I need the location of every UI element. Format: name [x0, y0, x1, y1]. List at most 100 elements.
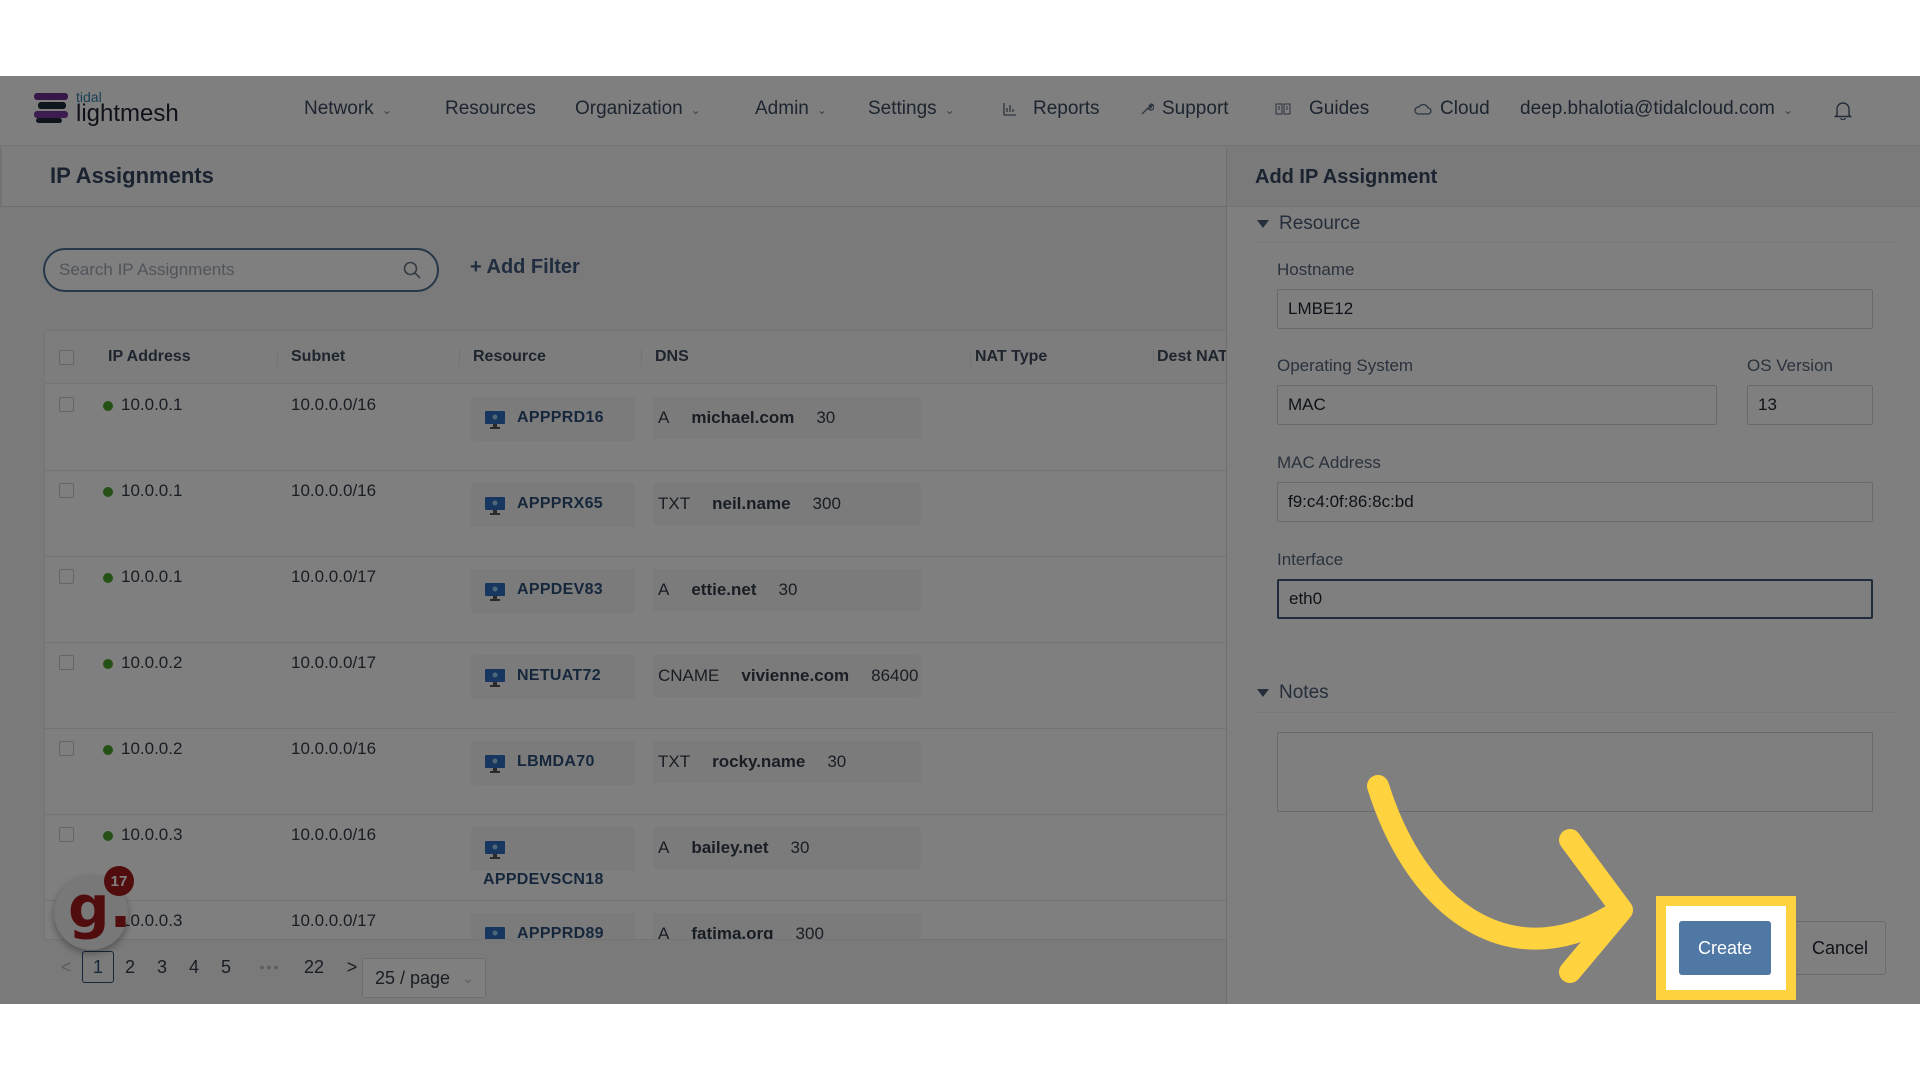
- pagination-page-5[interactable]: 5: [210, 951, 242, 983]
- nav-support[interactable]: Support: [1140, 98, 1229, 120]
- column-divider: [277, 349, 278, 367]
- ip-address-cell[interactable]: 10.0.0.3: [121, 825, 182, 845]
- ip-address-cell[interactable]: 10.0.0.1: [121, 395, 182, 415]
- column-header-subnet[interactable]: Subnet: [291, 348, 345, 366]
- search-icon[interactable]: [403, 261, 421, 279]
- column-divider: [970, 349, 971, 367]
- row-checkbox[interactable]: [59, 655, 74, 670]
- resource-name-link[interactable]: LBMDA70: [517, 753, 595, 771]
- row-checkbox[interactable]: [59, 741, 74, 756]
- row-checkbox[interactable]: [59, 483, 74, 498]
- dns-cell[interactable]: Amichael.com 30: [653, 397, 921, 439]
- row-checkbox[interactable]: [59, 569, 74, 584]
- nav-network[interactable]: Network ⌄: [304, 98, 392, 120]
- table-row[interactable]: 10.0.0.1 10.0.0.0/16 APPPRX65 TXT neil.name 3…: [45, 471, 1226, 557]
- nav-settings[interactable]: Settings ⌄: [868, 98, 955, 120]
- hostname-input[interactable]: [1277, 289, 1873, 329]
- dns-cell[interactable]: Afatima.org 300: [653, 913, 921, 939]
- dns-cell[interactable]: CNAME vivienne.com 86400: [653, 655, 921, 697]
- nav-organization[interactable]: Organization ⌄: [575, 98, 701, 120]
- table-row[interactable]: 10.0.0.1 10.0.0.0/17 APPDEV83 Aettie.net 30: [45, 557, 1226, 643]
- page-size-select[interactable]: 25 / page ⌄: [362, 958, 486, 998]
- pagination-page-3[interactable]: 3: [146, 951, 178, 983]
- row-checkbox[interactable]: [59, 397, 74, 412]
- dns-cell[interactable]: Abailey.net 30: [653, 827, 921, 869]
- subnet-cell[interactable]: 10.0.0.0/16: [291, 395, 376, 415]
- subnet-cell[interactable]: 10.0.0.0/17: [291, 653, 376, 673]
- os-version-label: OS Version: [1747, 356, 1833, 375]
- nav-cloud[interactable]: Cloud: [1414, 98, 1490, 120]
- guide-widget-button[interactable]: g. 17: [54, 866, 134, 950]
- resource-name-link[interactable]: APPPRX65: [517, 495, 603, 513]
- column-header-nat-type[interactable]: NAT Type: [975, 348, 1047, 366]
- resource-name-link[interactable]: NETUAT72: [517, 667, 601, 685]
- resource-cell[interactable]: APPDEV83: [471, 569, 635, 613]
- resource-cell[interactable]: APPDEVSCN18: [471, 827, 635, 888]
- pagination-page-1[interactable]: 1: [82, 951, 114, 983]
- resource-cell[interactable]: APPPRX65: [471, 483, 635, 527]
- ip-address-cell[interactable]: 10.0.0.2: [121, 653, 182, 673]
- cancel-button[interactable]: Cancel: [1794, 921, 1886, 975]
- os-version-input[interactable]: [1747, 385, 1873, 425]
- pagination-page-4[interactable]: 4: [178, 951, 210, 983]
- resource-cell[interactable]: NETUAT72: [471, 655, 635, 699]
- resource-cell[interactable]: APPPRD16: [471, 397, 635, 441]
- interface-input[interactable]: [1277, 579, 1873, 619]
- logo[interactable]: tidal lightmesh: [34, 90, 179, 126]
- resource-name-link[interactable]: APPPRD89: [517, 925, 604, 939]
- resource-cell[interactable]: APPPRD89: [471, 913, 635, 939]
- user-menu[interactable]: deep.bhalotia@tidalcloud.com ⌄: [1520, 98, 1793, 120]
- notes-textarea[interactable]: [1277, 732, 1873, 812]
- section-notes-label: Notes: [1279, 682, 1329, 703]
- subnet-cell[interactable]: 10.0.0.0/16: [291, 825, 376, 845]
- row-checkbox[interactable]: [59, 827, 74, 842]
- dns-ttl: 30: [790, 838, 810, 857]
- table-row[interactable]: 10.0.0.2 10.0.0.0/16 LBMDA70 TXT rocky.name 3…: [45, 729, 1226, 815]
- table-row[interactable]: 10.0.0.3 10.0.0.0/16 APPDEVSCN18 Abailey.ne…: [45, 815, 1226, 901]
- subnet-cell[interactable]: 10.0.0.0/17: [291, 911, 376, 931]
- subnet-cell[interactable]: 10.0.0.0/17: [291, 567, 376, 587]
- resource-cell[interactable]: LBMDA70: [471, 741, 635, 785]
- monitor-icon: [485, 841, 505, 859]
- pagination-ellipsis[interactable]: •••: [254, 951, 286, 983]
- chevron-down-icon: ⌄: [381, 103, 392, 117]
- section-notes-toggle[interactable]: Notes: [1257, 682, 1329, 704]
- column-divider: [641, 349, 642, 367]
- column-header-resource[interactable]: Resource: [473, 348, 546, 366]
- nav-admin[interactable]: Admin ⌄: [755, 98, 827, 120]
- dns-cell[interactable]: TXT neil.name 300: [653, 483, 921, 525]
- ip-address-cell[interactable]: 10.0.0.1: [121, 481, 182, 501]
- table-row[interactable]: 10.0.0.1 10.0.0.0/16 APPPRD16 Amichael.com 3…: [45, 385, 1226, 471]
- search-box[interactable]: [43, 248, 439, 292]
- nav-guides[interactable]: Guides: [1275, 98, 1369, 120]
- search-input[interactable]: [59, 250, 389, 290]
- nav-resources[interactable]: Resources: [445, 98, 536, 120]
- table-row[interactable]: 10.0.0.2 10.0.0.0/17 NETUAT72 CNAME vivienne…: [45, 643, 1226, 729]
- nav-reports[interactable]: Reports: [1003, 98, 1100, 120]
- ip-address-cell[interactable]: 10.0.0.2: [121, 739, 182, 759]
- ip-assignments-table: IP Address Subnet Resource DNS NAT Type …: [44, 330, 1226, 940]
- column-header-dns[interactable]: DNS: [655, 348, 689, 366]
- resource-name-link[interactable]: APPDEV83: [517, 581, 603, 599]
- table-row[interactable]: 10.0.0.3 10.0.0.0/17 APPPRD89 Afatima.org 30…: [45, 901, 1226, 939]
- operating-system-input[interactable]: [1277, 385, 1717, 425]
- add-filter-button[interactable]: + Add Filter: [470, 256, 580, 279]
- subnet-cell[interactable]: 10.0.0.0/16: [291, 739, 376, 759]
- ip-address-cell[interactable]: 10.0.0.1: [121, 567, 182, 587]
- bell-icon[interactable]: [1834, 100, 1852, 120]
- resource-name-link[interactable]: APPPRD16: [517, 409, 604, 427]
- create-button[interactable]: Create: [1679, 921, 1771, 975]
- resource-name-link[interactable]: APPDEVSCN18: [483, 871, 604, 889]
- column-header-dest-nat[interactable]: Dest NAT: [1157, 348, 1226, 366]
- pagination-page-2[interactable]: 2: [114, 951, 146, 983]
- pagination-page-last[interactable]: 22: [298, 951, 330, 983]
- nav-admin-label: Admin: [755, 98, 809, 119]
- mac-address-input[interactable]: [1277, 482, 1873, 522]
- dns-cell[interactable]: Aettie.net 30: [653, 569, 921, 611]
- subnet-cell[interactable]: 10.0.0.0/16: [291, 481, 376, 501]
- dns-cell[interactable]: TXT rocky.name 30: [653, 741, 921, 783]
- pagination-prev-button[interactable]: <: [50, 951, 82, 983]
- column-header-ip-address[interactable]: IP Address: [108, 348, 191, 366]
- section-resource-toggle[interactable]: Resource: [1257, 213, 1360, 235]
- select-all-checkbox[interactable]: [59, 350, 74, 365]
